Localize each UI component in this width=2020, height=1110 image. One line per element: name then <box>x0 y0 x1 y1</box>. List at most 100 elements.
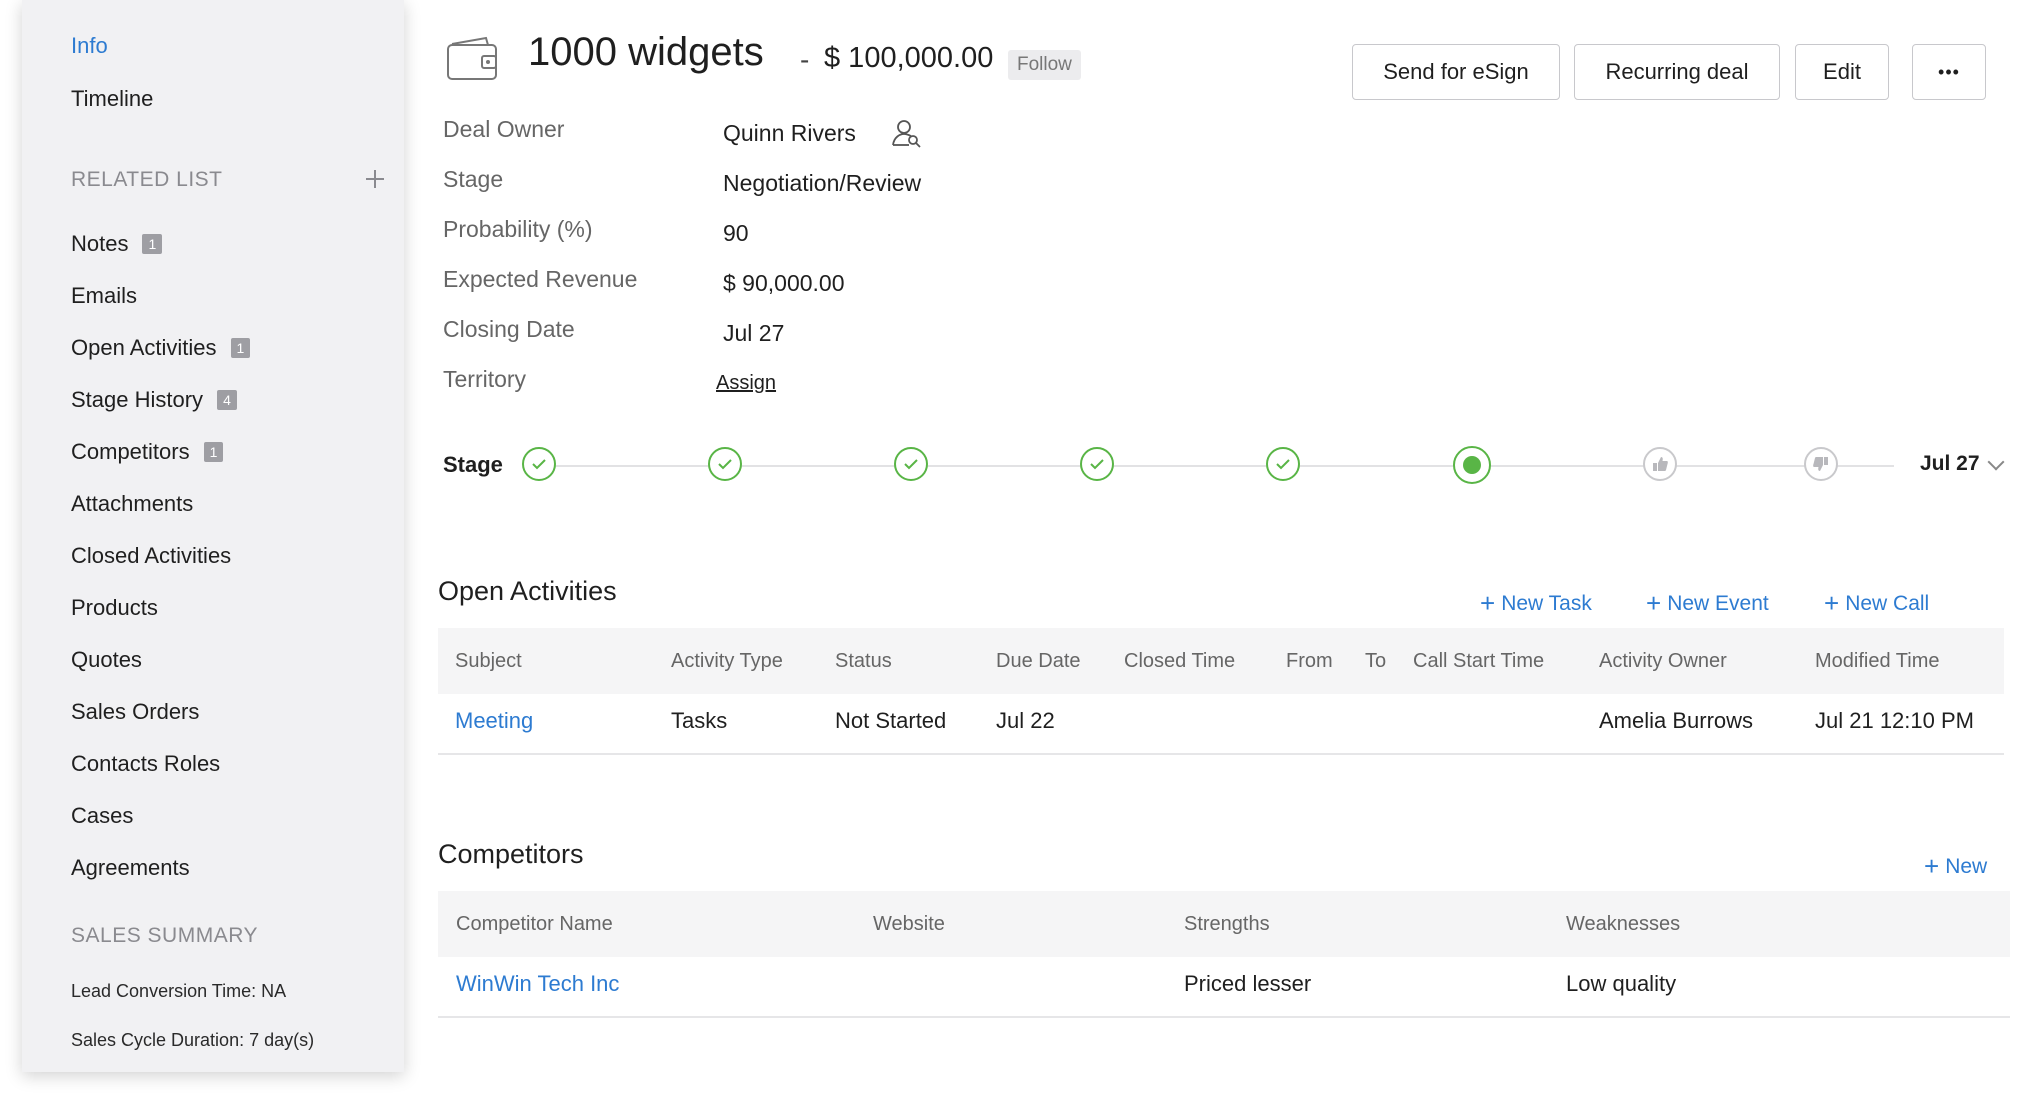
deal-title: 1000 widgets <box>528 30 764 74</box>
column-header[interactable]: Status <box>835 650 892 673</box>
competitors-title: Competitors <box>438 839 584 869</box>
stage-closed-won[interactable] <box>1643 447 1677 481</box>
new-task-label: New Task <box>1501 592 1592 615</box>
title-separator: - <box>800 44 810 75</box>
column-header[interactable]: Weaknesses <box>1566 913 1680 936</box>
stage-step-current[interactable] <box>1453 446 1491 484</box>
related-item-competitors[interactable]: Competitors 1 <box>71 426 250 478</box>
stage-progress-line <box>540 465 1894 467</box>
field-value-deal-owner[interactable]: Quinn Rivers <box>723 120 856 147</box>
related-list: Notes 1 Emails Open Activities 1 Stage His… <box>71 218 251 894</box>
thumbs-down-icon <box>1813 457 1828 471</box>
field-value-stage[interactable]: Negotiation/Review <box>723 170 921 197</box>
related-item-agreements[interactable]: Agreements <box>71 842 250 894</box>
stage-step-3[interactable] <box>894 447 928 481</box>
related-item-sales-orders[interactable]: Sales Orders <box>71 686 250 738</box>
related-item-label: Closed Activities <box>71 543 232 568</box>
stage-step-2[interactable] <box>708 447 742 481</box>
activity-modified-time: Jul 21 12:10 PM <box>1815 708 1974 733</box>
lead-conversion-time: Lead Conversion Time: NA <box>71 981 287 1001</box>
nav-info[interactable]: Info <box>71 31 108 61</box>
column-header[interactable]: To <box>1365 650 1386 673</box>
related-item-label: Competitors <box>71 439 190 464</box>
stage-step-4[interactable] <box>1080 447 1114 481</box>
nav-timeline[interactable]: Timeline <box>71 84 153 114</box>
assign-territory-link[interactable]: Assign <box>716 372 776 395</box>
related-item-emails[interactable]: Emails <box>71 270 250 322</box>
sales-cycle-duration: Sales Cycle Duration: 7 day(s) <box>71 1030 315 1050</box>
related-item-attachments[interactable]: Attachments <box>71 478 250 530</box>
competitor-name-link[interactable]: WinWin Tech Inc <box>456 971 619 997</box>
related-item-open-activities[interactable]: Open Activities 1 <box>71 322 251 374</box>
related-item-contacts-roles[interactable]: Contacts Roles <box>71 738 250 790</box>
recurring-deal-button[interactable]: Recurring deal <box>1574 44 1780 100</box>
chevron-down-icon[interactable] <box>1987 453 2005 471</box>
column-header[interactable]: Modified Time <box>1815 650 1940 673</box>
column-header[interactable]: Activity Type <box>671 650 783 673</box>
column-header[interactable]: Website <box>873 913 945 936</box>
check-icon <box>1276 459 1290 470</box>
related-item-quotes[interactable]: Quotes <box>71 634 250 686</box>
plus-icon: + <box>1824 588 1840 618</box>
related-item-label: Quotes <box>71 647 142 672</box>
related-item-label: Products <box>71 595 158 620</box>
row-divider <box>438 1016 2010 1018</box>
field-value-expected-revenue[interactable]: $ 90,000.00 <box>723 270 845 297</box>
sales-summary-heading: SALES SUMMARY <box>71 924 258 947</box>
related-list-heading: RELATED LIST <box>71 168 223 191</box>
column-header[interactable]: Due Date <box>996 650 1081 673</box>
sidebar: Info Timeline RELATED LIST Notes 1 Emails… <box>22 0 404 1072</box>
check-icon <box>532 459 546 470</box>
stage-closing-date[interactable]: Jul 27 <box>1920 452 1980 476</box>
new-call-link[interactable]: + New Call <box>1824 588 1929 619</box>
activity-subject-link[interactable]: Meeting <box>455 708 533 734</box>
related-item-products[interactable]: Products <box>71 582 250 634</box>
field-value-closing-date[interactable]: Jul 27 <box>723 320 784 347</box>
activity-status: Not Started <box>835 708 947 733</box>
related-item-stage-history[interactable]: Stage History 4 <box>71 374 250 426</box>
related-item-label: Agreements <box>71 855 190 880</box>
stage-step-1[interactable] <box>522 447 556 481</box>
column-header[interactable]: Strengths <box>1184 913 1270 936</box>
column-header[interactable]: Competitor Name <box>456 913 613 936</box>
field-value-probability[interactable]: 90 <box>723 220 749 247</box>
column-header[interactable]: From <box>1286 650 1333 673</box>
related-item-label: Attachments <box>71 491 194 516</box>
add-related-list-icon[interactable] <box>364 168 386 190</box>
more-options-button[interactable]: ••• <box>1912 44 1986 100</box>
field-label-territory: Territory <box>443 366 527 392</box>
column-header[interactable]: Closed Time <box>1124 650 1235 673</box>
field-label-deal-owner: Deal Owner <box>443 116 565 142</box>
related-item-cases[interactable]: Cases <box>71 790 250 842</box>
user-lookup-icon[interactable] <box>892 118 922 148</box>
check-icon <box>718 459 732 470</box>
related-item-notes[interactable]: Notes 1 <box>71 218 250 270</box>
column-header[interactable]: Subject <box>455 650 522 673</box>
activity-due-date: Jul 22 <box>996 708 1055 733</box>
field-label-closing-date: Closing Date <box>443 316 575 342</box>
count-badge: 1 <box>142 234 163 254</box>
new-event-link[interactable]: + New Event <box>1646 588 1769 619</box>
related-item-label: Stage History <box>71 387 204 412</box>
follow-button[interactable]: Follow <box>1008 50 1081 80</box>
related-item-closed-activities[interactable]: Closed Activities <box>71 530 250 582</box>
thumbs-up-icon <box>1653 457 1668 471</box>
activity-type: Tasks <box>671 708 728 733</box>
count-badge: 1 <box>203 442 224 462</box>
plus-icon: + <box>1924 851 1940 881</box>
open-activities-title: Open Activities <box>438 576 617 606</box>
new-competitor-link[interactable]: + New <box>1924 851 1987 882</box>
check-icon <box>1090 459 1104 470</box>
new-task-link[interactable]: + New Task <box>1480 588 1592 619</box>
column-header[interactable]: Call Start Time <box>1413 650 1544 673</box>
related-item-label: Contacts Roles <box>71 751 221 776</box>
new-competitor-label: New <box>1945 855 1988 878</box>
stage-closed-lost[interactable] <box>1804 447 1838 481</box>
field-label-expected-revenue: Expected Revenue <box>443 266 638 292</box>
field-label-probability: Probability (%) <box>443 216 593 242</box>
edit-button[interactable]: Edit <box>1795 44 1889 100</box>
row-divider <box>438 753 2004 755</box>
send-for-esign-button[interactable]: Send for eSign <box>1352 44 1560 100</box>
column-header[interactable]: Activity Owner <box>1599 650 1727 673</box>
stage-step-5[interactable] <box>1266 447 1300 481</box>
